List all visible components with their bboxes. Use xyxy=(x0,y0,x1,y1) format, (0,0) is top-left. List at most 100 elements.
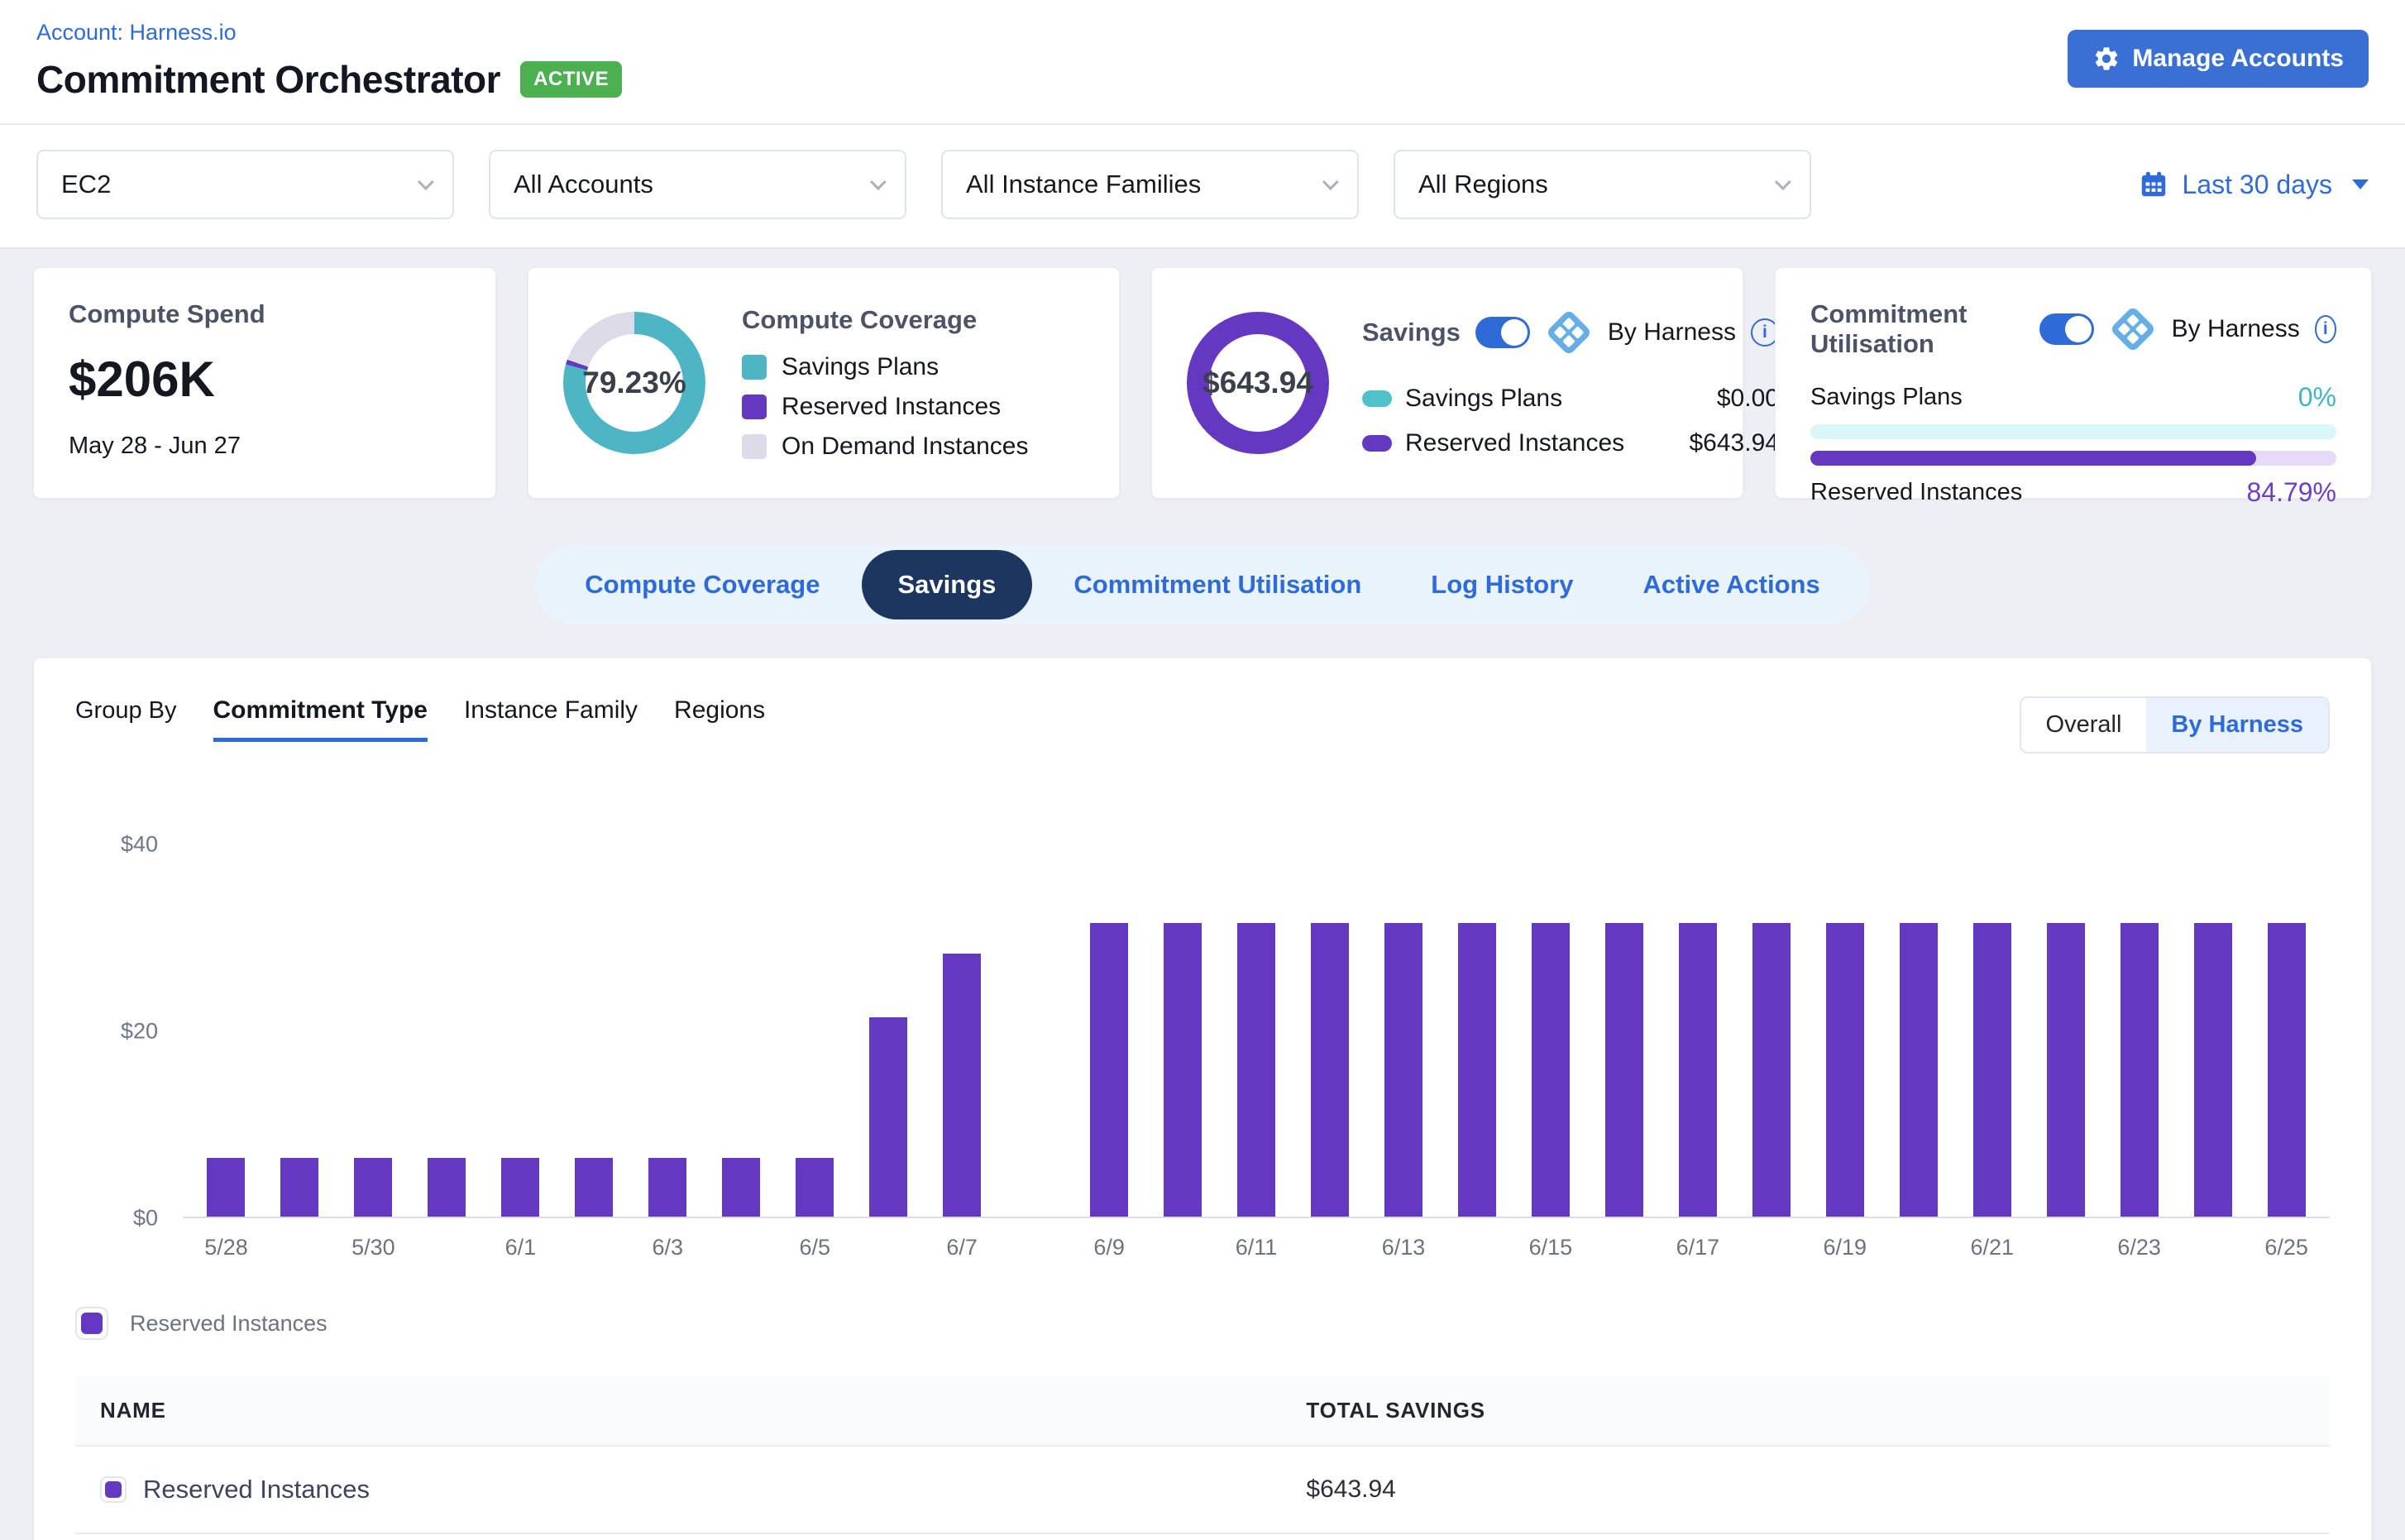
chart-bar-slot xyxy=(1513,844,1587,1217)
x-axis-label: 5/30 xyxy=(337,1235,410,1260)
y-axis-tick: $20 xyxy=(121,1019,158,1045)
chart-bar-6-12[interactable] xyxy=(1311,923,1349,1217)
chart-bar-6-18[interactable] xyxy=(1752,923,1791,1217)
utilisation-row-value: 84.79% xyxy=(2246,477,2336,508)
compute-spend-value: $206K xyxy=(69,351,461,408)
manage-accounts-button[interactable]: Manage Accounts xyxy=(2068,30,2369,88)
chart-bar-slot xyxy=(1587,844,1661,1217)
x-axis-label xyxy=(2029,1235,2102,1260)
chart-bar-6-5[interactable] xyxy=(796,1158,834,1217)
chart-bar-slot xyxy=(2029,844,2102,1217)
group-by-commitment-type[interactable]: Commitment Type xyxy=(213,696,428,742)
chart-bar-slot xyxy=(484,844,557,1217)
date-range-picker[interactable]: Last 30 days xyxy=(2138,169,2369,200)
utilisation-row-label: Reserved Instances xyxy=(1810,479,2022,506)
compute-spend-title: Compute Spend xyxy=(69,299,461,329)
legend-swatch xyxy=(742,355,767,380)
chart-bar-6-16[interactable] xyxy=(1605,923,1643,1217)
x-axis-label xyxy=(1440,1235,1513,1260)
chart-bar-6-19[interactable] xyxy=(1826,923,1864,1217)
x-axis-label xyxy=(1734,1235,1808,1260)
utilisation-by-harness-toggle[interactable] xyxy=(2039,313,2094,345)
chart-bar-6-22[interactable] xyxy=(2047,923,2085,1217)
account-link[interactable]: Account: Harness.io xyxy=(36,20,237,45)
chart-bar-slot xyxy=(705,844,778,1217)
legend-swatch xyxy=(1362,435,1392,452)
tab-savings[interactable]: Savings xyxy=(862,550,1033,619)
compute-coverage-title: Compute Coverage xyxy=(742,305,1029,335)
view-toggle-by-harness[interactable]: By Harness xyxy=(2146,698,2328,752)
x-axis-label: 6/13 xyxy=(1367,1235,1441,1260)
tab-commitment-utilisation[interactable]: Commitment Utilisation xyxy=(1045,552,1389,618)
accounts-select[interactable]: All Accounts xyxy=(489,150,906,219)
x-axis-label: 6/3 xyxy=(631,1235,705,1260)
table-header-total-savings: TOTAL SAVINGS xyxy=(1281,1376,2330,1445)
chart-bar-6-6[interactable] xyxy=(869,1017,907,1217)
chart-bar-6-14[interactable] xyxy=(1458,923,1496,1217)
chart-legend: Reserved Instances xyxy=(75,1307,2330,1340)
chart-bar-slot xyxy=(1220,844,1293,1217)
legend-item-on-demand-instances: On Demand Instances xyxy=(742,433,1029,461)
chart-bar-6-1[interactable] xyxy=(501,1158,539,1217)
group-by-regions[interactable]: Regions xyxy=(674,696,765,742)
tab-log-history[interactable]: Log History xyxy=(1403,552,1601,618)
instance-families-select-value: All Instance Families xyxy=(966,170,1201,199)
header-left: Account: Harness.io Commitment Orchestra… xyxy=(36,20,622,102)
tab-active-actions[interactable]: Active Actions xyxy=(1615,552,1848,618)
savings-card: $643.94 Savings By Harness i Savings Pla… xyxy=(1151,267,1743,499)
group-by-instance-family[interactable]: Instance Family xyxy=(464,696,638,742)
x-axis-label xyxy=(263,1235,337,1260)
chart-bar-6-21[interactable] xyxy=(1973,923,2011,1217)
chart-bar-6-23[interactable] xyxy=(2121,923,2159,1217)
chart-bar-slot xyxy=(1734,844,1808,1217)
chart-bar-slot xyxy=(410,844,484,1217)
chart-bar-6-3[interactable] xyxy=(648,1158,686,1217)
savings-bar-chart: $0$20$40 5/285/306/16/36/56/76/96/116/13… xyxy=(75,844,2330,1260)
savings-row-value: $0.00 xyxy=(1717,385,1779,413)
chart-bar-6-17[interactable] xyxy=(1679,923,1717,1217)
caret-down-icon xyxy=(2352,179,2369,189)
chart-bar-6-13[interactable] xyxy=(1384,923,1422,1217)
chart-bar-6-2[interactable] xyxy=(575,1158,613,1217)
table-header-name: NAME xyxy=(75,1376,1281,1445)
chart-bar-6-24[interactable] xyxy=(2194,923,2232,1217)
chart-x-axis: 5/285/306/16/36/56/76/96/116/136/156/176… xyxy=(183,1235,2330,1260)
chart-bar-6-10[interactable] xyxy=(1164,923,1202,1217)
chart-bar-6-15[interactable] xyxy=(1532,923,1570,1217)
regions-select[interactable]: All Regions xyxy=(1394,150,1811,219)
chart-bar-5-29[interactable] xyxy=(280,1158,318,1217)
savings-toggle-label: By Harness xyxy=(1608,318,1736,347)
chart-bar-6-7[interactable] xyxy=(943,954,981,1217)
table-row[interactable]: Reserved Instances$643.94 xyxy=(75,1447,2330,1534)
x-axis-label xyxy=(852,1235,925,1260)
savings-table: NAME TOTAL SAVINGS Reserved Instances$64… xyxy=(75,1376,2330,1534)
info-icon[interactable]: i xyxy=(2315,315,2336,343)
regions-select-value: All Regions xyxy=(1418,170,1548,199)
savings-by-harness-toggle[interactable] xyxy=(1475,317,1530,348)
x-axis-label: 6/7 xyxy=(925,1235,999,1260)
chart-bar-6-4[interactable] xyxy=(722,1158,760,1217)
service-select[interactable]: EC2 xyxy=(36,150,454,219)
chart-bar-5-31[interactable] xyxy=(428,1158,466,1217)
chart-bar-5-30[interactable] xyxy=(354,1158,392,1217)
accounts-select-value: All Accounts xyxy=(514,170,653,199)
chart-bar-6-11[interactable] xyxy=(1237,923,1275,1217)
x-axis-label: 5/28 xyxy=(189,1235,263,1260)
chart-bar-6-20[interactable] xyxy=(1900,923,1938,1217)
view-toggle-overall[interactable]: Overall xyxy=(2021,698,2147,752)
panel-head: Group By Commitment TypeInstance FamilyR… xyxy=(75,696,2330,753)
y-axis-tick: $40 xyxy=(121,832,158,858)
chart-bar-slot xyxy=(999,844,1073,1217)
instance-families-select[interactable]: All Instance Families xyxy=(941,150,1359,219)
chart-bar-5-28[interactable] xyxy=(207,1158,245,1217)
filter-bar: EC2 All Accounts All Instance Families A… xyxy=(0,125,2405,249)
page-title: Commitment Orchestrator xyxy=(36,57,500,102)
legend-label: Savings Plans xyxy=(782,353,939,381)
compute-coverage-legend: Savings PlansReserved InstancesOn Demand… xyxy=(742,353,1029,461)
tab-compute-coverage[interactable]: Compute Coverage xyxy=(557,552,848,618)
chart-bar-6-25[interactable] xyxy=(2268,923,2306,1217)
date-range-value: Last 30 days xyxy=(2183,170,2332,200)
legend-item-savings-plans: Savings Plans xyxy=(742,353,1029,381)
table-body: Reserved Instances$643.94 xyxy=(75,1447,2330,1534)
chart-bar-6-9[interactable] xyxy=(1090,923,1128,1217)
